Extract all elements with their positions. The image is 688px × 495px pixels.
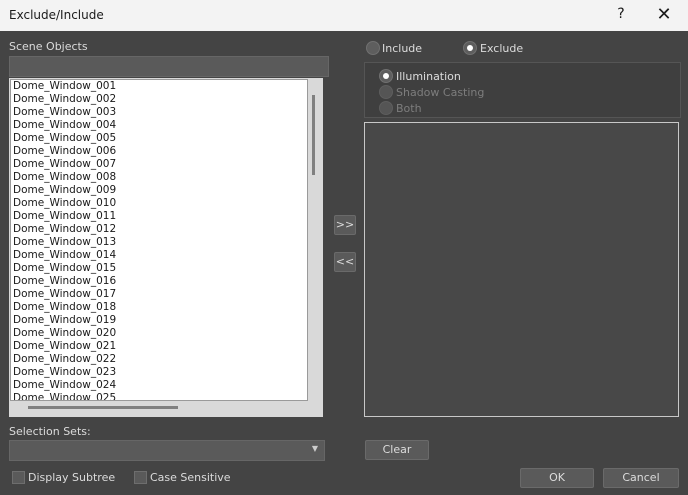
list-item[interactable]: Dome_Window_018 — [11, 301, 307, 314]
both-radio-label: Both — [396, 102, 422, 115]
list-item[interactable]: Dome_Window_014 — [11, 249, 307, 262]
list-item[interactable]: Dome_Window_010 — [11, 197, 307, 210]
window-title: Exclude/Include — [9, 8, 104, 22]
list-item[interactable]: Dome_Window_002 — [11, 93, 307, 106]
case-sensitive-checkbox[interactable] — [134, 471, 147, 484]
horizontal-scrollbar-thumb[interactable] — [28, 406, 178, 409]
cancel-button[interactable]: Cancel — [603, 468, 679, 488]
list-item[interactable]: Dome_Window_017 — [11, 288, 307, 301]
illumination-radio-label: Illumination — [396, 70, 461, 83]
list-item[interactable]: Dome_Window_020 — [11, 327, 307, 340]
list-item[interactable]: Dome_Window_016 — [11, 275, 307, 288]
exclude-radio-label: Exclude — [480, 42, 524, 55]
close-icon[interactable]: ✕ — [654, 4, 674, 25]
display-subtree-label: Display Subtree — [28, 471, 116, 484]
list-item[interactable]: Dome_Window_008 — [11, 171, 307, 184]
scene-objects-list[interactable]: Dome_Window_001 Dome_Window_002 Dome_Windo… — [10, 79, 308, 401]
selection-sets-label: Selection Sets: — [9, 425, 91, 438]
list-item[interactable]: Dome_Window_025 — [11, 392, 307, 400]
shadow-casting-radio[interactable] — [379, 85, 393, 99]
list-item[interactable]: Dome_Window_012 — [11, 223, 307, 236]
list-item[interactable]: Dome_Window_023 — [11, 366, 307, 379]
list-item[interactable]: Dome_Window_024 — [11, 379, 307, 392]
remove-from-list-button[interactable]: << — [334, 252, 356, 272]
list-item[interactable]: Dome_Window_007 — [11, 158, 307, 171]
include-radio[interactable] — [366, 41, 380, 55]
list-item[interactable]: Dome_Window_004 — [11, 119, 307, 132]
display-subtree-checkbox[interactable] — [12, 471, 25, 484]
ok-button[interactable]: OK — [520, 468, 594, 488]
vertical-scrollbar-thumb[interactable] — [312, 95, 315, 175]
scene-objects-listbox[interactable]: Dome_Window_001 Dome_Window_002 Dome_Windo… — [9, 78, 323, 417]
list-item[interactable]: Dome_Window_022 — [11, 353, 307, 366]
scene-objects-label: Scene Objects — [9, 40, 88, 53]
selection-sets-dropdown[interactable]: ▼ — [9, 440, 325, 461]
list-item[interactable]: Dome_Window_006 — [11, 145, 307, 158]
title-bar: Exclude/Include ? ✕ — [0, 0, 688, 31]
excluded-objects-list[interactable] — [364, 122, 679, 417]
scene-objects-search-input[interactable] — [9, 56, 329, 77]
list-item[interactable]: Dome_Window_005 — [11, 132, 307, 145]
shadow-casting-radio-label: Shadow Casting — [396, 86, 485, 99]
list-item[interactable]: Dome_Window_003 — [11, 106, 307, 119]
list-item[interactable]: Dome_Window_021 — [11, 340, 307, 353]
list-item[interactable]: Dome_Window_009 — [11, 184, 307, 197]
clear-button[interactable]: Clear — [365, 440, 429, 460]
list-item[interactable]: Dome_Window_001 — [11, 80, 307, 93]
exclude-radio[interactable] — [463, 41, 477, 55]
chevron-down-icon: ▼ — [311, 444, 318, 453]
illumination-radio[interactable] — [379, 69, 393, 83]
list-item[interactable]: Dome_Window_013 — [11, 236, 307, 249]
both-radio[interactable] — [379, 101, 393, 115]
list-item[interactable]: Dome_Window_019 — [11, 314, 307, 327]
list-item[interactable]: Dome_Window_015 — [11, 262, 307, 275]
list-item[interactable]: Dome_Window_011 — [11, 210, 307, 223]
include-radio-label: Include — [382, 42, 423, 55]
case-sensitive-label: Case Sensitive — [150, 471, 231, 484]
add-to-list-button[interactable]: >> — [334, 215, 356, 235]
help-icon[interactable]: ? — [612, 6, 630, 22]
